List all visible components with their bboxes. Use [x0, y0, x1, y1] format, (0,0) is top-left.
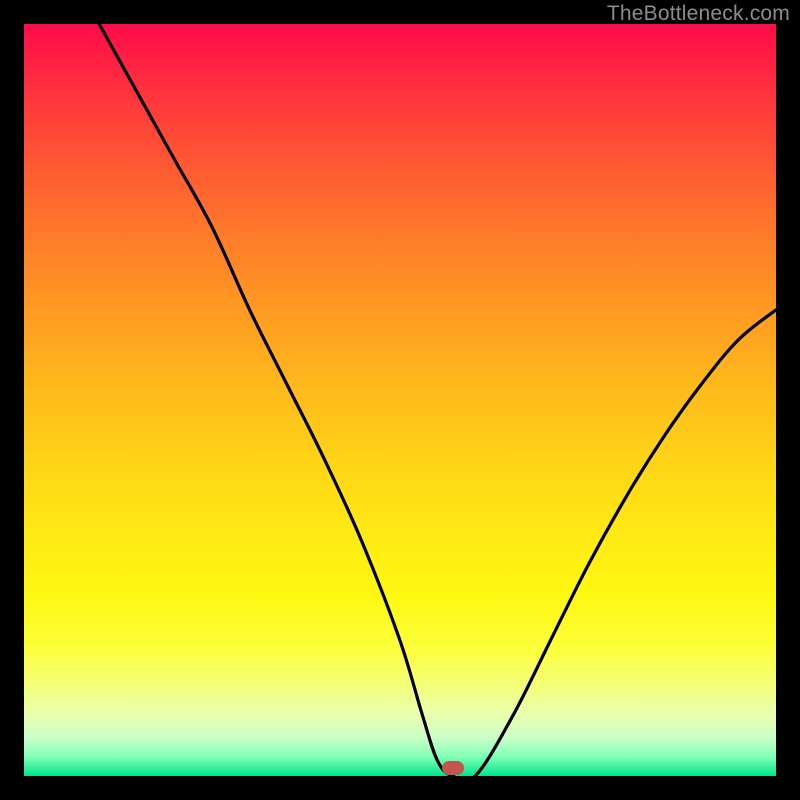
minimum-marker: [442, 761, 464, 775]
bottleneck-curve: [24, 24, 776, 776]
chart-frame: TheBottleneck.com: [0, 0, 800, 800]
plot-area: [24, 24, 776, 776]
watermark-text: TheBottleneck.com: [607, 2, 790, 26]
